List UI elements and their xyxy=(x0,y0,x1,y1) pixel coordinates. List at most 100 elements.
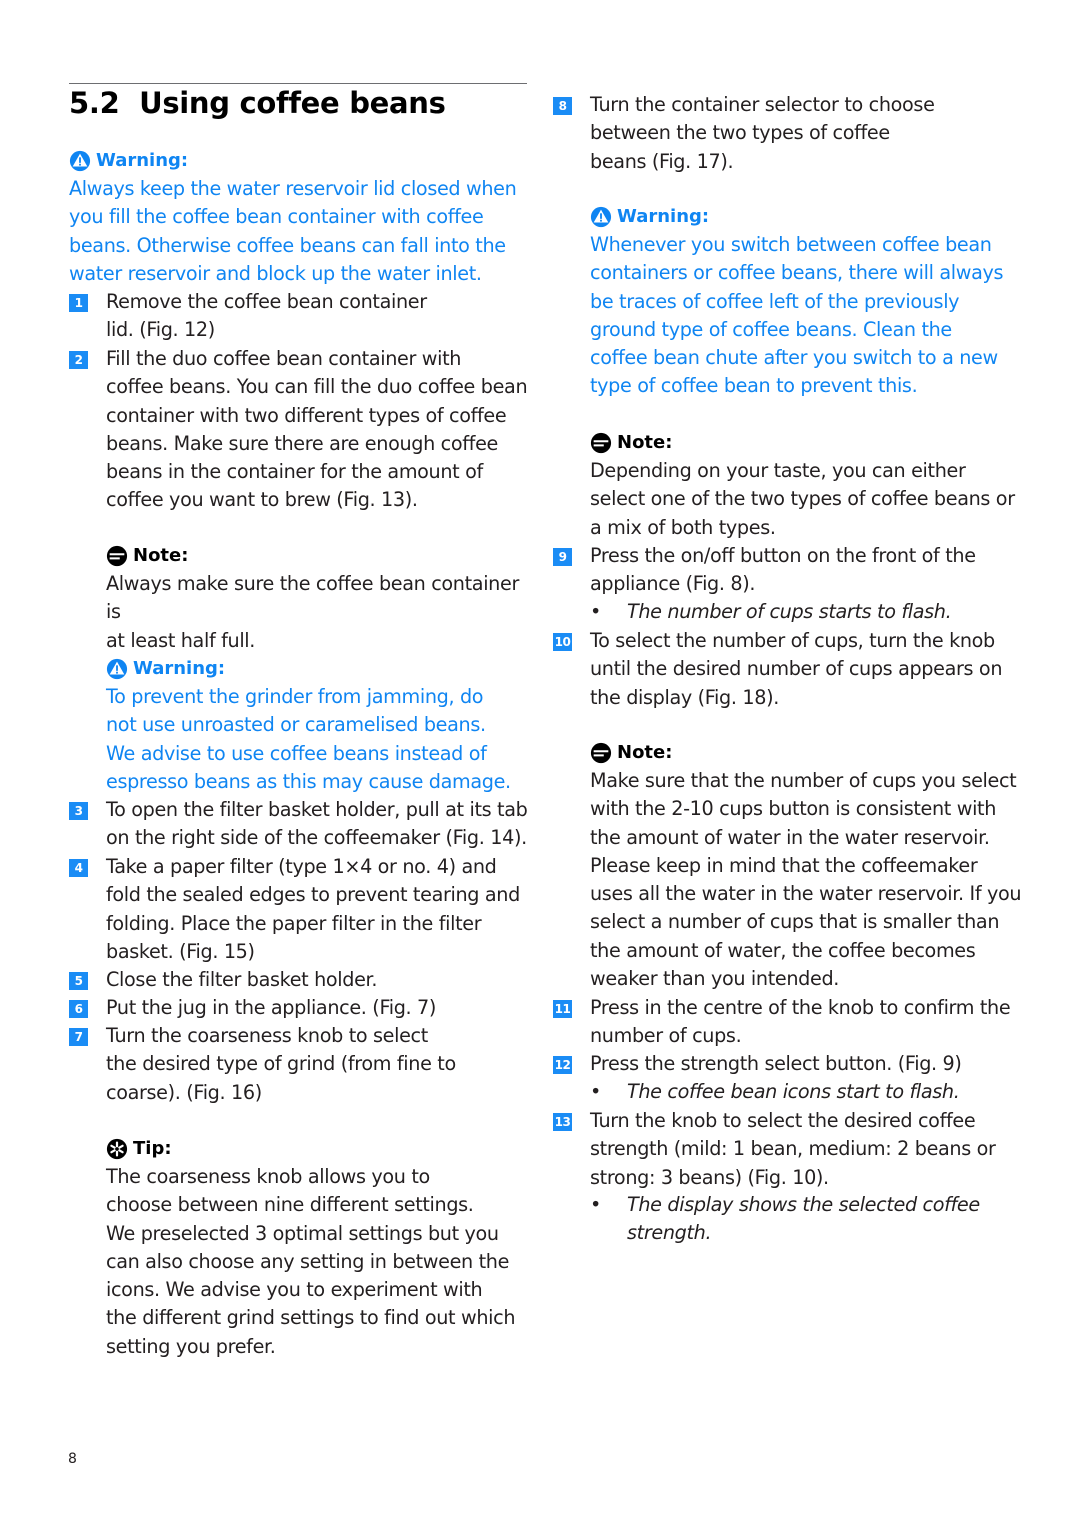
text-line: weaker than you intended. xyxy=(590,967,840,991)
step-text: To select the number of cups, turn the k… xyxy=(590,627,1002,712)
text-line: on the right side of the coffeemaker (Fi… xyxy=(106,826,527,850)
section-title: 5.2 Using coffee beans xyxy=(69,84,446,122)
warning-text: Always keep the water reservoir lid clos… xyxy=(69,175,534,288)
warning-grinder-jamming: Warning: To prevent the grinder from jam… xyxy=(106,655,536,796)
warning-text: Whenever you switch between coffee bean … xyxy=(590,231,1030,401)
bullet-text: The number of cups starts to flash. xyxy=(627,598,952,626)
text-line: The number of cups starts to flash. xyxy=(627,600,952,623)
tip-coarseness: Tip: The coarseness knob allows you to c… xyxy=(106,1135,536,1361)
warning-label: Warning: xyxy=(106,655,536,683)
note-label: Note: xyxy=(106,542,536,570)
text-line: Turn the knob to select the desired coff… xyxy=(590,1109,976,1132)
warning-text: To prevent the grinder from jamming, do … xyxy=(106,683,536,796)
step-number-badge: 9 xyxy=(553,548,572,566)
step-text: Press in the centre of the knob to confi… xyxy=(590,994,1011,1051)
note-label-text: Note: xyxy=(617,742,673,763)
text-line: Whenever you switch between coffee bean xyxy=(590,233,992,256)
note-icon xyxy=(590,432,612,454)
note-text: Always make sure the coffee bean contain… xyxy=(106,570,536,655)
text-line: beans. Make sure there are enough coffee xyxy=(106,431,498,455)
text-line: Remove the coffee bean container xyxy=(106,290,427,313)
text-line: The display shows the selected coffee xyxy=(627,1193,980,1216)
text-line: Put the jug in the appliance. (Fig. 7) xyxy=(106,996,437,1019)
text-line: coffee you want to brew (Fig. 13). xyxy=(106,488,418,512)
text-line: Press the strength select button. (Fig. … xyxy=(590,1052,962,1075)
bullet-text: The display shows the selected coffee st… xyxy=(627,1191,980,1248)
tip-label-text: Tip: xyxy=(133,1138,172,1159)
text-line: type of coffee bean to prevent this. xyxy=(590,374,918,398)
step-text: Fill the duo coffee bean container with … xyxy=(106,345,528,515)
bullet-dot: • xyxy=(590,1080,601,1103)
note-taste: Note: Depending on your taste, you can e… xyxy=(590,429,1030,542)
text-line: Fill the duo coffee bean container with xyxy=(106,347,462,370)
text-line: setting you prefer. xyxy=(106,1334,276,1358)
note-cups-water: Note: Make sure that the number of cups … xyxy=(590,739,1030,993)
bullet-text: The coffee bean icons start to flash. xyxy=(627,1078,960,1106)
tip-asterisk-icon xyxy=(106,1138,128,1160)
text-line: beans in the container for the amount of xyxy=(106,460,483,484)
text-line: espresso beans as this may cause damage. xyxy=(106,769,511,793)
warning-label-text: Warning: xyxy=(96,150,189,171)
text-line: The coarseness knob allows you to xyxy=(106,1165,430,1188)
note-label-text: Note: xyxy=(617,432,673,453)
text-line: Always keep the water reservoir lid clos… xyxy=(69,177,517,200)
step-number-badge: 13 xyxy=(553,1113,572,1131)
text-line: Take a paper filter (type 1×4 or no. 4) … xyxy=(106,855,497,878)
text-line: choose between nine different settings. xyxy=(106,1193,474,1217)
tip-text: The coarseness knob allows you to choose… xyxy=(106,1163,536,1361)
step-text: Turn the container selector to choose be… xyxy=(590,91,935,176)
text-line: until the desired number of cups appears… xyxy=(590,657,1003,681)
text-line: water reservoir and block up the water i… xyxy=(69,261,482,285)
text-line: To select the number of cups, turn the k… xyxy=(590,629,995,652)
step-text: Close the filter basket holder. xyxy=(106,966,377,994)
text-line: beans. Otherwise coffee beans can fall i… xyxy=(69,233,506,257)
text-line: fold the sealed edges to prevent tearing… xyxy=(106,883,520,907)
text-line: Turn the coarseness knob to select xyxy=(106,1024,428,1047)
section-number: 5.2 xyxy=(69,86,120,120)
text-line: the different grind settings to find out… xyxy=(106,1306,516,1330)
warning-reservoir-lid: Warning: Always keep the water reservoir… xyxy=(69,147,534,288)
text-line: strength (mild: 1 bean, medium: 2 beans … xyxy=(590,1137,996,1161)
bullet-dot: • xyxy=(590,1193,601,1216)
step-number-badge: 12 xyxy=(553,1056,572,1074)
warning-label: Warning: xyxy=(590,203,1030,231)
note-label: Note: xyxy=(590,739,1030,767)
section-title-text: Using coffee beans xyxy=(139,86,446,120)
bullet-dot: • xyxy=(590,600,601,623)
text-line: beans (Fig. 17). xyxy=(590,149,734,173)
text-line: uses all the water in the water reservoi… xyxy=(590,882,1022,906)
note-half-full: Note: Always make sure the coffee bean c… xyxy=(106,542,536,655)
text-line: We advise to use coffee beans instead of xyxy=(106,741,487,765)
text-line: ground type of coffee beans. Clean the xyxy=(590,317,952,341)
note-label-text: Note: xyxy=(133,545,189,566)
text-line: To open the filter basket holder, pull a… xyxy=(106,798,528,821)
page-number: 8 xyxy=(68,1451,77,1467)
text-line: Please keep in mind that the coffeemaker xyxy=(590,853,978,877)
step-text: Turn the knob to select the desired coff… xyxy=(590,1107,996,1192)
step-number-badge: 7 xyxy=(69,1028,88,1046)
text-line: strong: 3 beans) (Fig. 10). xyxy=(590,1165,829,1189)
text-line: the display (Fig. 18). xyxy=(590,685,779,709)
step-text: To open the filter basket holder, pull a… xyxy=(106,796,528,853)
note-text: Depending on your taste, you can either … xyxy=(590,457,1030,542)
text-line: icons. We advise you to experiment with xyxy=(106,1278,483,1302)
step-number-badge: 10 xyxy=(553,633,572,651)
text-line: number of cups. xyxy=(590,1024,742,1048)
step-number-badge: 6 xyxy=(69,1000,88,1018)
note-label: Note: xyxy=(590,429,1030,457)
text-line: the desired type of grind (from fine to xyxy=(106,1052,456,1076)
text-line: with the 2-10 cups button is consistent … xyxy=(590,797,997,821)
warning-triangle-icon xyxy=(69,150,91,172)
text-line: at least half full. xyxy=(106,628,256,652)
step-number-badge: 2 xyxy=(69,351,88,369)
text-line: the amount of water in the water reservo… xyxy=(590,825,990,849)
warning-switch-beans: Warning: Whenever you switch between cof… xyxy=(590,203,1030,401)
text-line: containers or coffee beans, there will a… xyxy=(590,261,1004,285)
tip-label: Tip: xyxy=(106,1135,536,1163)
note-text: Make sure that the number of cups you se… xyxy=(590,767,1030,993)
warning-label-text: Warning: xyxy=(617,206,710,227)
text-line: Press in the centre of the knob to confi… xyxy=(590,996,1011,1019)
warning-label: Warning: xyxy=(69,147,534,175)
text-line: container with two different types of co… xyxy=(106,403,507,427)
text-line: select one of the two types of coffee be… xyxy=(590,487,1015,511)
